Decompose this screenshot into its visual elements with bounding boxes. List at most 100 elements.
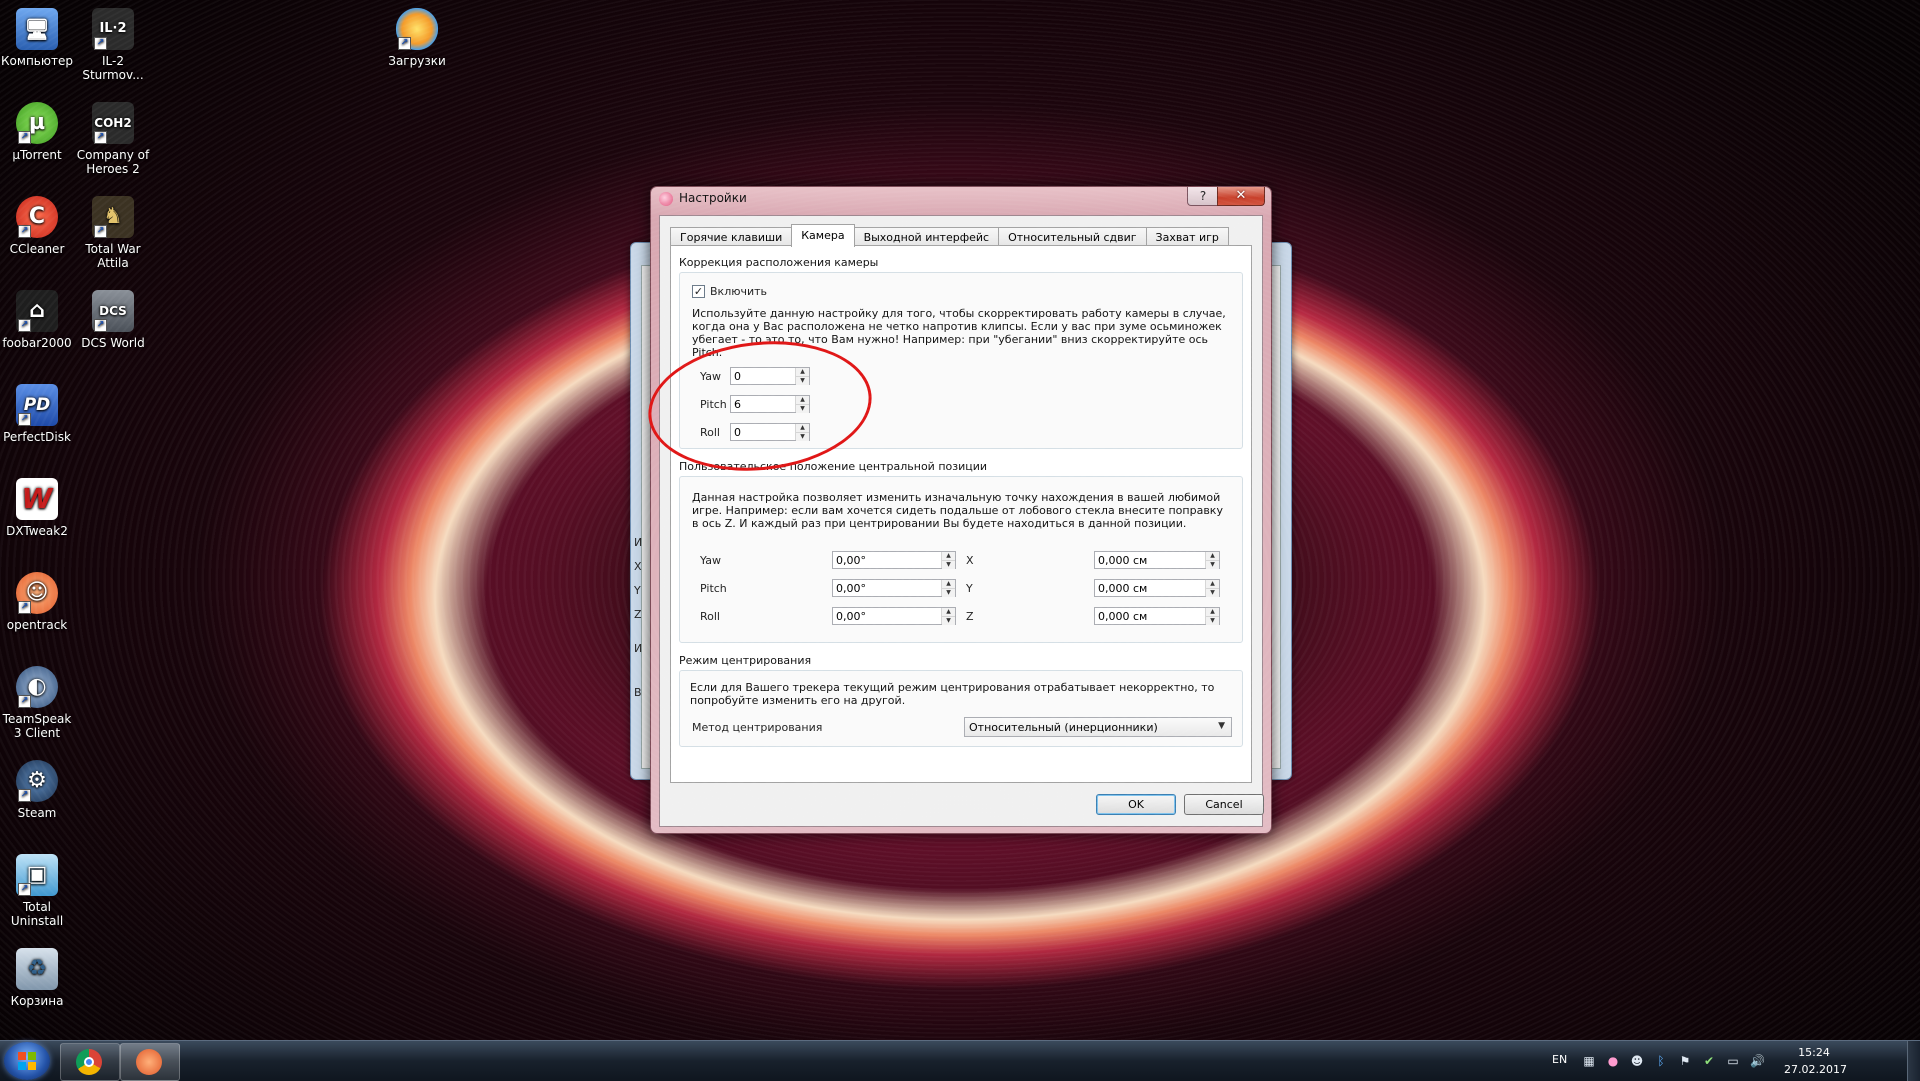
spin-down-icon[interactable]: ▼ bbox=[796, 377, 809, 385]
spin-up-icon[interactable]: ▲ bbox=[1206, 580, 1219, 589]
background-window-text: И bbox=[634, 642, 643, 655]
center-z-value: 0,000 см bbox=[1098, 610, 1148, 623]
total-war-attila-icon: ♞ ↗ bbox=[92, 196, 134, 238]
help-button[interactable]: ? bbox=[1187, 187, 1219, 206]
flag-icon[interactable]: ⚑ bbox=[1678, 1055, 1692, 1067]
desktop-icon-il2[interactable]: IL·2 ↗ IL-2 Sturmov... bbox=[76, 8, 150, 82]
spin-up-icon[interactable]: ▲ bbox=[1206, 608, 1219, 617]
security-icon[interactable]: ✔ bbox=[1702, 1055, 1716, 1067]
app-icon bbox=[659, 192, 673, 206]
network-monitor-icon[interactable]: ▦ bbox=[1582, 1055, 1596, 1067]
alien-icon[interactable]: ☻ bbox=[1630, 1055, 1644, 1067]
network-icon[interactable]: ▭ bbox=[1726, 1055, 1740, 1067]
tab-output-interface[interactable]: Выходной интерфейс bbox=[853, 227, 1000, 247]
tab-camera[interactable]: Камера bbox=[791, 224, 855, 247]
spin-up-icon[interactable]: ▲ bbox=[796, 368, 809, 377]
camera-correction-title: Коррекция расположения камеры bbox=[679, 256, 879, 269]
spin-up-icon[interactable]: ▲ bbox=[942, 608, 955, 617]
spin-down-icon[interactable]: ▼ bbox=[796, 433, 809, 441]
desktop-icon-attila[interactable]: ♞ ↗ Total War Attila bbox=[76, 196, 150, 270]
desktop-icon-downloads[interactable]: ↗ Загрузки bbox=[380, 8, 454, 68]
chrome-icon bbox=[76, 1049, 102, 1075]
spin-up-icon[interactable]: ▲ bbox=[1206, 552, 1219, 561]
taskbar-chrome[interactable] bbox=[60, 1043, 120, 1081]
enable-checkbox[interactable]: ✓ bbox=[692, 285, 705, 298]
roll-correction-spinbox[interactable]: 0 ▲ ▼ bbox=[730, 423, 810, 441]
centering-method-select[interactable]: Относительный (инерционники) ▼ bbox=[964, 717, 1232, 737]
recycle-glyph: ♻ bbox=[27, 956, 47, 981]
desktop-icon-total-uninstall[interactable]: ▣ ↗ Total Uninstall bbox=[0, 854, 74, 928]
dialog-titlebar[interactable]: Настройки ? ✕ bbox=[651, 187, 1271, 209]
chevron-down-icon: ▼ bbox=[1218, 721, 1225, 731]
start-button[interactable] bbox=[4, 1042, 50, 1080]
ok-button[interactable]: OK bbox=[1096, 794, 1176, 815]
center-yaw-spinbox[interactable]: 0,00° ▲ ▼ bbox=[832, 551, 956, 569]
center-z-spinbox[interactable]: 0,000 см ▲ ▼ bbox=[1094, 607, 1220, 625]
desktop-icon-label: Корзина bbox=[10, 994, 64, 1008]
enable-label: Включить bbox=[710, 285, 768, 298]
desktop-icon-ccleaner[interactable]: C ↗ CCleaner bbox=[0, 196, 74, 256]
desktop-icon-utorrent[interactable]: µ ↗ µTorrent bbox=[0, 102, 74, 162]
close-button[interactable]: ✕ bbox=[1217, 187, 1265, 206]
center-pitch-label: Pitch bbox=[700, 582, 727, 595]
desktop-icon-steam[interactable]: ⚙ ↗ Steam bbox=[0, 760, 74, 820]
spin-down-icon[interactable]: ▼ bbox=[1206, 617, 1219, 625]
opentrack-tray-icon[interactable]: ● bbox=[1606, 1055, 1620, 1067]
roll-label: Roll bbox=[700, 426, 720, 439]
center-roll-spinbox[interactable]: 0,00° ▲ ▼ bbox=[832, 607, 956, 625]
perfectdisk-icon: PD ↗ bbox=[16, 384, 58, 426]
camera-correction-description: Используйте данную настройку для того, ч… bbox=[692, 307, 1226, 359]
total-uninstall-glyph: ▣ bbox=[26, 862, 48, 887]
clock-time[interactable]: 15:24 bbox=[1784, 1046, 1844, 1059]
desktop-icon-computer[interactable]: 🖥 Компьютер bbox=[0, 8, 74, 68]
opentrack-glyph: ☺ bbox=[25, 580, 49, 605]
center-pitch-value: 0,00° bbox=[836, 582, 866, 595]
taskbar-opentrack[interactable] bbox=[120, 1043, 180, 1081]
spin-down-icon[interactable]: ▼ bbox=[942, 561, 955, 569]
desktop-icon-opentrack[interactable]: ☺ ↗ opentrack bbox=[0, 572, 74, 632]
center-position-title: Пользовательское положение центральной п… bbox=[679, 460, 988, 473]
desktop-icon-dcs[interactable]: DCS ↗ DCS World bbox=[76, 290, 150, 350]
clock-date[interactable]: 27.02.2017 bbox=[1784, 1063, 1847, 1076]
spin-down-icon[interactable]: ▼ bbox=[942, 617, 955, 625]
center-y-value: 0,000 см bbox=[1098, 582, 1148, 595]
desktop-icon-coh2[interactable]: COH2 ↗ Company of Heroes 2 bbox=[76, 102, 150, 176]
tab-hotkeys[interactable]: Горячие клавиши bbox=[670, 227, 793, 247]
computer-icon: 🖥 bbox=[16, 8, 58, 50]
axis-y-label: Y bbox=[966, 582, 973, 595]
center-x-spinbox[interactable]: 0,000 см ▲ ▼ bbox=[1094, 551, 1220, 569]
dcs-glyph: DCS bbox=[99, 304, 127, 318]
show-desktop-button[interactable] bbox=[1907, 1041, 1920, 1081]
total-uninstall-icon: ▣ ↗ bbox=[16, 854, 58, 896]
teamspeak-icon: ◐ ↗ bbox=[16, 666, 58, 708]
desktop-icon-teamspeak[interactable]: ◐ ↗ TeamSpeak 3 Client bbox=[0, 666, 74, 740]
desktop-icon-perfectdisk[interactable]: PD ↗ PerfectDisk bbox=[0, 384, 74, 444]
bluetooth-icon[interactable]: ᛒ bbox=[1654, 1055, 1668, 1067]
volume-icon[interactable]: 🔊 bbox=[1750, 1055, 1765, 1067]
center-yaw-value: 0,00° bbox=[836, 554, 866, 567]
tab-game-capture[interactable]: Захват игр bbox=[1145, 227, 1229, 247]
spin-down-icon[interactable]: ▼ bbox=[1206, 561, 1219, 569]
desktop-icon-recycle-bin[interactable]: ♻ Корзина bbox=[0, 948, 74, 1008]
spin-up-icon[interactable]: ▲ bbox=[942, 552, 955, 561]
spin-down-icon[interactable]: ▼ bbox=[796, 405, 809, 413]
desktop-icon-foobar[interactable]: ⌂ ↗ foobar2000 bbox=[0, 290, 74, 350]
spin-up-icon[interactable]: ▲ bbox=[796, 396, 809, 405]
center-y-spinbox[interactable]: 0,000 см ▲ ▼ bbox=[1094, 579, 1220, 597]
tab-relative-shift[interactable]: Относительный сдвиг bbox=[998, 227, 1147, 247]
desktop-icon-dxtweak[interactable]: W DXTweak2 bbox=[0, 478, 74, 538]
yaw-correction-spinbox[interactable]: 0 ▲ ▼ bbox=[730, 367, 810, 385]
desktop-icon-label: opentrack bbox=[6, 618, 68, 632]
spin-down-icon[interactable]: ▼ bbox=[942, 589, 955, 597]
spin-down-icon[interactable]: ▼ bbox=[1206, 589, 1219, 597]
pitch-correction-spinbox[interactable]: 6 ▲ ▼ bbox=[730, 395, 810, 413]
dxtweak2-icon: W bbox=[16, 478, 58, 520]
center-pitch-spinbox[interactable]: 0,00° ▲ ▼ bbox=[832, 579, 956, 597]
desktop-icon-label: DCS World bbox=[81, 336, 145, 350]
center-roll-label: Roll bbox=[700, 610, 720, 623]
spin-up-icon[interactable]: ▲ bbox=[942, 580, 955, 589]
spin-up-icon[interactable]: ▲ bbox=[796, 424, 809, 433]
dxtweak-glyph: W bbox=[21, 482, 53, 515]
cancel-button[interactable]: Cancel bbox=[1184, 794, 1264, 815]
language-indicator[interactable]: EN bbox=[1552, 1053, 1567, 1066]
